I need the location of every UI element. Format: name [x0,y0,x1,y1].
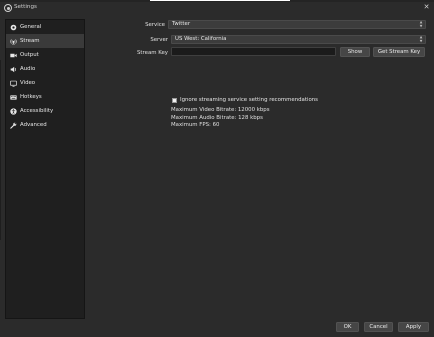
max-fps-text: Maximum FPS: 60 [171,122,220,128]
wrench-icon [10,122,17,129]
stream-key-input[interactable] [171,47,336,56]
keyboard-icon [10,94,17,101]
title-bar: Settings ✕ [0,2,434,14]
chevron-updown-icon: ▲ ▼ [419,20,423,28]
accessibility-icon [10,107,17,115]
server-dropdown[interactable]: US West: California ▲ ▼ [171,35,426,44]
ignore-recommendations-label[interactable]: Ignore streaming service setting recomme… [180,97,318,103]
ignore-recommendations-checkbox[interactable] [172,97,177,103]
server-label: Server [150,37,168,43]
sidebar-item-stream[interactable]: Stream [6,34,84,48]
sidebar-item-accessibility[interactable]: Accessibility [6,104,84,118]
show-key-button[interactable]: Show [340,47,370,57]
sidebar-item-video[interactable]: Video [6,76,84,90]
window-title: Settings [14,4,37,10]
close-button[interactable]: ✕ [422,3,431,12]
max-video-bitrate-text: Maximum Video Bitrate: 12000 kbps [171,107,270,113]
left-edge-divider [0,60,1,240]
service-value: Twitter [172,21,191,27]
stream-key-label: Stream Key [137,50,168,56]
sidebar-item-label: General [20,24,42,30]
sidebar-item-label: Stream [20,38,40,44]
max-audio-bitrate-text: Maximum Audio Bitrate: 128 kbps [171,115,263,121]
sidebar-item-audio[interactable]: Audio [6,62,84,76]
obs-app-icon [4,4,12,12]
sidebar-item-advanced[interactable]: Advanced [6,118,84,132]
sidebar-item-label: Advanced [20,122,47,128]
sidebar-item-label: Audio [20,66,36,72]
cancel-button[interactable]: Cancel [364,322,393,332]
service-label: Service [145,22,165,28]
apply-button[interactable]: Apply [398,322,429,332]
sidebar-item-label: Hotkeys [20,94,42,100]
server-value: US West: California [175,36,227,42]
ignore-recommendations-row: Ignore streaming service setting recomme… [172,97,318,103]
output-icon [10,52,17,59]
service-dropdown[interactable]: Twitter ▲ ▼ [168,20,426,29]
sidebar-item-general[interactable]: General [6,20,84,34]
top-accent-line [150,0,290,1]
get-stream-key-button[interactable]: Get Stream Key [373,47,425,57]
sidebar-item-output[interactable]: Output [6,48,84,62]
sidebar-item-label: Accessibility [20,108,54,114]
gear-icon [10,24,17,31]
chevron-updown-icon: ▲ ▼ [419,35,423,43]
sidebar-item-label: Video [20,80,36,86]
sidebar-item-hotkeys[interactable]: Hotkeys [6,90,84,104]
antenna-icon [10,38,17,45]
monitor-icon [10,80,17,87]
speaker-icon [10,66,17,73]
settings-sidebar: General Stream Output Audio Video Hotkey… [5,19,85,319]
sidebar-item-label: Output [20,52,39,58]
ok-button[interactable]: OK [336,322,359,332]
